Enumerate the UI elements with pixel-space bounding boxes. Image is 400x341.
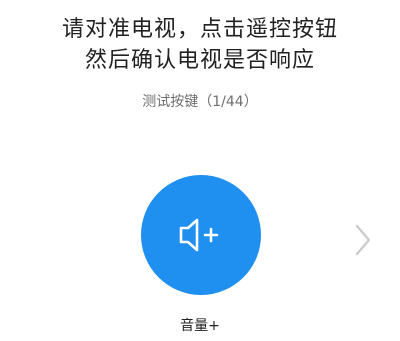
test-progress-label: 测试按键（1/44） [142, 94, 258, 110]
instruction-line-1: 请对准电视，点击遥控按钮 [61, 17, 338, 42]
chevron-right-icon [354, 223, 372, 261]
volume-up-test-button[interactable] [141, 175, 261, 295]
remote-test-screen: 请对准电视，点击遥控按钮 然后确认电视是否响应 测试按键（1/44） 音量+ [0, 0, 400, 341]
next-button[interactable] [350, 222, 376, 262]
test-button-label: 音量+ [180, 318, 220, 334]
volume-up-icon [177, 215, 225, 255]
instruction-text: 请对准电视，点击遥控按钮 然后确认电视是否响应 [0, 14, 400, 76]
instruction-line-2: 然后确认电视是否响应 [84, 48, 315, 73]
